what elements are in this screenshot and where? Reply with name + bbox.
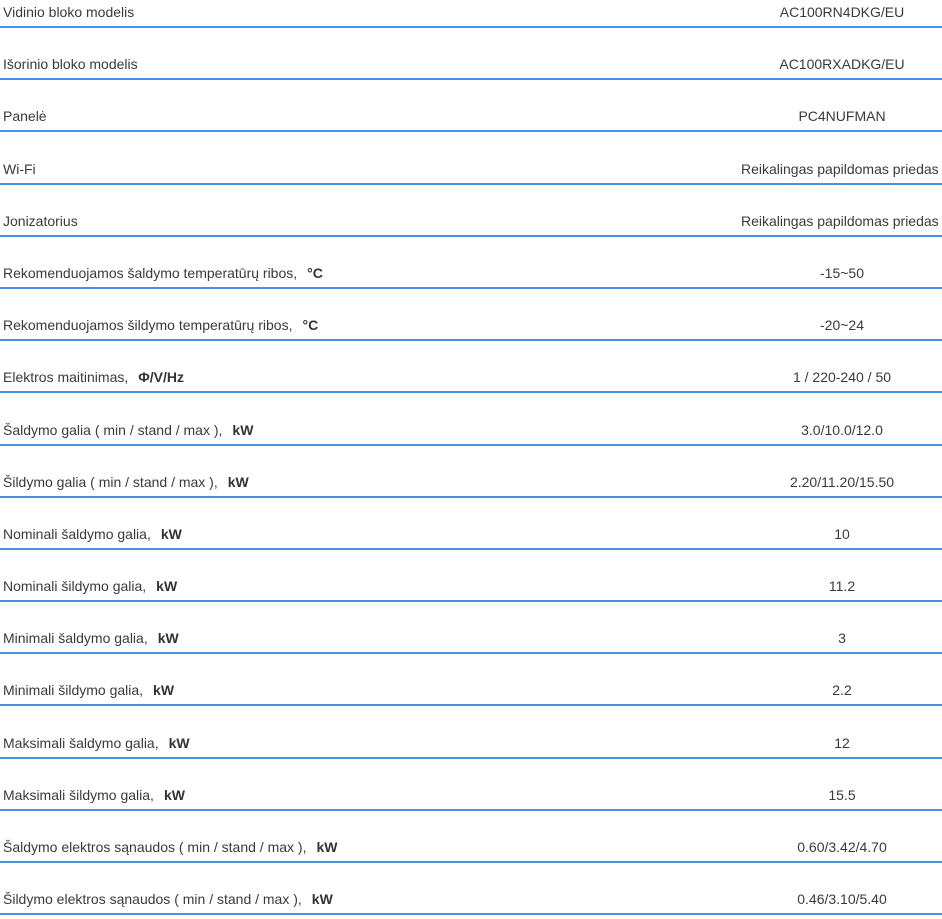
row-label: Wi-Fi <box>3 161 46 177</box>
row-value: 3.0/10.0/12.0 <box>801 421 883 438</box>
row-value: Reikalingas papildomas priedas <box>741 212 939 229</box>
spec-table: Vidinio bloko modelis AC100RN4DKG/EU Išo… <box>0 0 942 916</box>
row-value: 2.2 <box>832 682 852 699</box>
label-text: Wi-Fi <box>3 160 36 177</box>
label-text: Maksimali šildymo galia, <box>3 786 154 803</box>
row-value: 2.20/11.20/15.50 <box>789 473 895 490</box>
table-row: Nominali šaldymo galia, kW 10 <box>0 498 942 550</box>
label-text: Šildymo galia ( min / stand / max ), <box>3 473 218 490</box>
unit-label: kW <box>168 734 190 751</box>
table-row: Rekomenduojamos šildymo temperatūrų ribo… <box>0 289 942 342</box>
table-row: Išorinio bloko modelis AC100RXADKG/EU <box>0 28 942 81</box>
label-text: Panelė <box>3 108 47 125</box>
row-label: Rekomenduojamos šaldymo temperatūrų ribo… <box>3 265 323 281</box>
row-value: AC100RXADKG/EU <box>779 56 905 73</box>
label-text: Išorinio bloko modelis <box>3 56 138 73</box>
unit-label: kW <box>316 839 338 855</box>
unit-label: kW <box>160 525 182 542</box>
row-label: Rekomenduojamos šildymo temperatūrų ribo… <box>3 317 318 333</box>
unit-label: kW <box>163 786 185 803</box>
label-text: Nominali šaldymo galia, <box>3 525 151 542</box>
row-value: 0.46/3.10/5.40 <box>797 891 887 908</box>
row-label: Elektros maitinimas, Φ/V/Hz <box>3 369 184 385</box>
table-row: Nominali šildymo galia, kW 11.2 <box>0 550 942 603</box>
label-text: Minimali šildymo galia, <box>3 682 144 699</box>
table-row: Šildymo elektros sąnaudos ( min / stand … <box>0 863 942 916</box>
table-row: Maksimali šaldymo galia, kW 12 <box>0 706 942 759</box>
table-row: Elektros maitinimas, Φ/V/Hz 1 / 220-240 /… <box>0 341 942 394</box>
label-text: Maksimali šaldymo galia, <box>3 734 159 751</box>
unit-label: kW <box>311 891 333 908</box>
row-label: Šaldymo galia ( min / stand / max ), kW <box>3 422 253 438</box>
label-text: Jonizatorius <box>3 212 78 229</box>
unit-label: Φ/V/Hz <box>138 369 184 386</box>
table-row: Panelė PC4NUFMAN <box>0 80 942 133</box>
table-row: Jonizatorius Reikalingas papildomas prie… <box>0 185 942 237</box>
label-text: Nominali šildymo galia, <box>3 578 147 595</box>
row-label: Panelė <box>3 108 57 124</box>
row-value: 12 <box>834 734 850 751</box>
unit-label: °C <box>302 317 319 334</box>
row-value: 10 <box>834 525 850 542</box>
row-value: 1 / 220-240 / 50 <box>792 369 892 386</box>
unit-label: °C <box>307 264 323 281</box>
table-row: Wi-Fi Reikalingas papildomas priedas <box>0 132 942 185</box>
label-text: Minimali šaldymo galia, <box>3 630 148 647</box>
row-value: 11.2 <box>828 578 856 595</box>
unit-label: kW <box>153 682 175 699</box>
table-row: Šaldymo elektros sąnaudos ( min / stand … <box>0 811 942 863</box>
table-row: Vidinio bloko modelis AC100RN4DKG/EU <box>0 0 942 28</box>
label-text: Vidinio bloko modelis <box>3 4 135 20</box>
row-value: AC100RN4DKG/EU <box>779 4 905 20</box>
row-label: Vidinio bloko modelis <box>3 4 144 20</box>
row-label: Minimali šaldymo galia, kW <box>3 630 179 646</box>
table-row: Minimali šildymo galia, kW 2.2 <box>0 654 942 707</box>
row-label: Minimali šildymo galia, kW <box>3 682 174 698</box>
row-label: Maksimali šildymo galia, kW <box>3 787 185 803</box>
row-label: Jonizatorius <box>3 213 88 229</box>
row-label: Maksimali šaldymo galia, kW <box>3 735 190 751</box>
table-row: Rekomenduojamos šaldymo temperatūrų ribo… <box>0 237 942 289</box>
label-text: Šaldymo elektros sąnaudos ( min / stand … <box>3 839 307 855</box>
label-text: Rekomenduojamos šildymo temperatūrų ribo… <box>3 317 293 334</box>
row-value: PC4NUFMAN <box>798 108 886 125</box>
table-row: Šaldymo galia ( min / stand / max ), kW 3… <box>0 393 942 446</box>
row-label: Šildymo elektros sąnaudos ( min / stand … <box>3 891 333 907</box>
row-label: Šaldymo elektros sąnaudos ( min / stand … <box>3 839 337 855</box>
label-text: Rekomenduojamos šaldymo temperatūrų ribo… <box>3 264 298 281</box>
table-row: Maksimali šildymo galia, kW 15.5 <box>0 759 942 811</box>
unit-label: kW <box>227 473 249 490</box>
table-row: Šildymo galia ( min / stand / max ), kW 2… <box>0 446 942 498</box>
label-text: Šildymo elektros sąnaudos ( min / stand … <box>3 891 302 908</box>
table-row: Minimali šaldymo galia, kW 3 <box>0 602 942 655</box>
row-label: Išorinio bloko modelis <box>3 56 148 72</box>
label-text: Šaldymo galia ( min / stand / max ), <box>3 421 223 438</box>
row-value: 15.5 <box>828 786 856 803</box>
unit-label: kW <box>232 421 254 438</box>
row-value: -20~24 <box>820 317 864 334</box>
row-value: 3 <box>838 630 846 647</box>
unit-label: kW <box>156 578 178 595</box>
row-label: Nominali šildymo galia, kW <box>3 578 177 594</box>
row-label: Šildymo galia ( min / stand / max ), kW <box>3 474 249 490</box>
row-value: Reikalingas papildomas priedas <box>741 160 939 177</box>
unit-label: kW <box>157 630 179 647</box>
row-value: -15~50 <box>820 264 864 281</box>
row-label: Nominali šaldymo galia, kW <box>3 526 182 542</box>
label-text: Elektros maitinimas, <box>3 369 129 386</box>
row-value: 0.60/3.42/4.70 <box>797 839 887 855</box>
